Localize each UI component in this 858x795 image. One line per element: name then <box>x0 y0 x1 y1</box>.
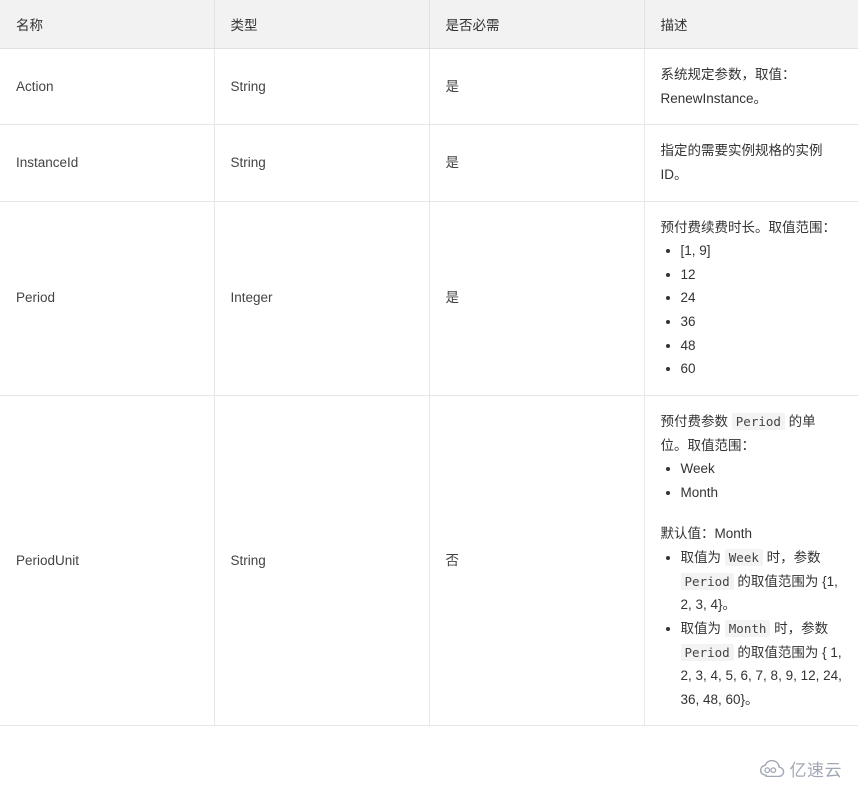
param-required-period: 是 <box>429 201 645 396</box>
description-default-value: 默认值：Month <box>660 526 753 542</box>
list-item: 24 <box>681 286 843 310</box>
intro-text-before: 预付费参数 <box>660 413 732 429</box>
param-required-periodunit: 否 <box>429 395 645 727</box>
code-period: Period <box>680 572 734 590</box>
rule-text-a: 取值为 <box>680 550 725 565</box>
param-description-periodunit: 预付费参数 Period 的单位。取值范围： Week Month 默认值：Mo… <box>644 395 858 727</box>
list-item: 12 <box>681 263 843 287</box>
code-week: Week <box>724 549 763 566</box>
table-header: 名称 类型 是否必需 描述 <box>0 0 858 49</box>
api-parameter-table: 名称 类型 是否必需 描述 Action String 是 系统规定参数，取值：… <box>0 0 858 727</box>
param-description-action: 系统规定参数，取值：RenewInstance。 <box>644 48 858 126</box>
code-month: Month <box>724 619 771 637</box>
param-required-instanceid: 是 <box>429 124 645 202</box>
param-name-instanceid: InstanceId <box>0 124 215 202</box>
column-header-description: 描述 <box>644 0 858 49</box>
list-item: 48 <box>681 334 843 358</box>
api-parameter-table-container: 名称 类型 是否必需 描述 Action String 是 系统规定参数，取值：… <box>0 0 858 727</box>
cloud-icon <box>759 760 785 777</box>
list-item: 取值为 Week 时，参数 Period 的取值范围为 {1, 2, 3, 4}… <box>680 546 843 617</box>
param-type-action: String <box>214 48 430 126</box>
description-intro: 预付费参数 Period 的单位。取值范围： <box>661 410 843 457</box>
rule-text-b: 时，参数 <box>770 620 829 636</box>
rule-text-b: 时，参数 <box>762 550 821 565</box>
param-required-action: 是 <box>429 48 645 126</box>
table-header-row: 名称 类型 是否必需 描述 <box>0 0 858 49</box>
rule-text-a: 取值为 <box>680 620 725 636</box>
table-row: InstanceId String 是 指定的需要实例规格的实例ID。 <box>0 124 858 202</box>
table-row: Period Integer 是 预付费续费时长。取值范围： [1, 9] 12… <box>0 201 858 396</box>
param-name-period: Period <box>0 201 215 396</box>
description-intro: 预付费续费时长。取值范围： <box>660 219 837 235</box>
param-type-instanceid: String <box>214 124 430 202</box>
column-header-name: 名称 <box>0 0 215 49</box>
description-rules-list: 取值为 Week 时，参数 Period 的取值范围为 {1, 2, 3, 4}… <box>661 546 843 711</box>
param-name-action: Action <box>0 48 215 126</box>
watermark-text: 亿速云 <box>789 761 842 780</box>
param-description-period: 预付费续费时长。取值范围： [1, 9] 12 24 36 48 60 <box>644 201 858 396</box>
column-header-type: 类型 <box>214 0 430 49</box>
list-item: 取值为 Month 时，参数 Period 的取值范围为 { 1, 2, 3, … <box>680 617 843 712</box>
code-period: Period <box>731 412 785 430</box>
param-description-instanceid: 指定的需要实例规格的实例ID。 <box>644 124 858 202</box>
list-item: [1, 9] <box>681 239 843 263</box>
description-bullet-list: [1, 9] 12 24 36 48 60 <box>661 239 843 381</box>
watermark: 亿速云 <box>759 756 843 781</box>
code-period: Period <box>680 643 734 661</box>
table-body: Action String 是 系统规定参数，取值：RenewInstance。… <box>0 48 858 727</box>
param-type-period: Integer <box>214 201 430 396</box>
param-type-periodunit: String <box>214 395 430 727</box>
list-item: 60 <box>681 357 843 381</box>
column-header-required: 是否必需 <box>429 0 645 49</box>
param-name-periodunit: PeriodUnit <box>0 395 215 727</box>
table-row: PeriodUnit String 否 预付费参数 Period 的单位。取值范… <box>0 395 858 727</box>
description-text: 系统规定参数，取值：RenewInstance。 <box>660 67 796 106</box>
list-item: 36 <box>681 310 843 334</box>
list-item: Week <box>681 457 843 481</box>
description-text: 指定的需要实例规格的实例ID。 <box>660 143 823 182</box>
description-bullet-list: Week Month <box>661 457 843 504</box>
table-row: Action String 是 系统规定参数，取值：RenewInstance。 <box>0 48 858 126</box>
list-item: Month <box>681 481 843 505</box>
